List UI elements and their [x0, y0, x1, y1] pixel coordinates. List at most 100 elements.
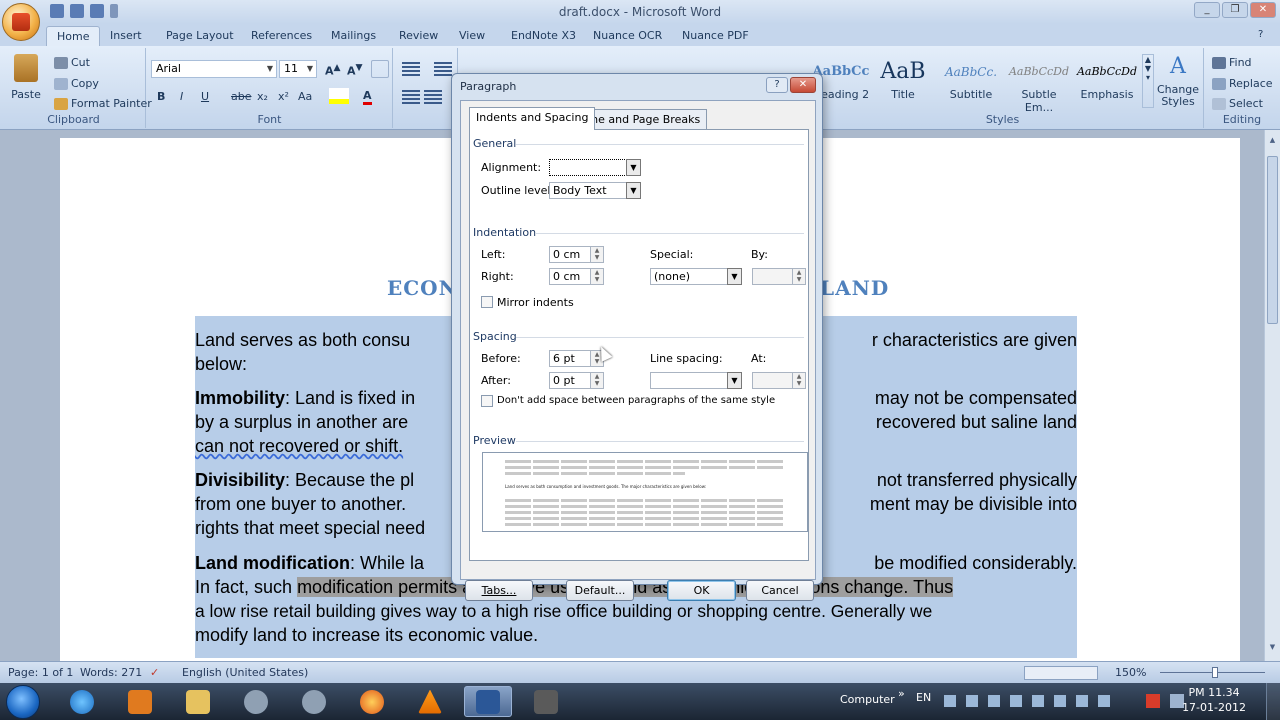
tab-nuance-ocr[interactable]: Nuance OCR	[593, 29, 662, 42]
toolbar-chevron-icon[interactable]: »	[898, 687, 905, 700]
proofing-icon[interactable]: ✓	[150, 666, 159, 679]
strikethrough-button[interactable]: abe	[231, 90, 252, 103]
spinner-icon[interactable]: ▲ ▼	[792, 268, 806, 285]
subscript-button[interactable]: x₂	[257, 90, 268, 103]
vertical-scrollbar[interactable]: ▲ ▼	[1264, 130, 1280, 661]
dont-add-space-checkbox[interactable]	[481, 395, 493, 407]
spacing-before-input[interactable]: 6 pt ▲ ▼	[549, 350, 604, 367]
change-styles-button[interactable]: A Change Styles	[1156, 54, 1200, 108]
show-desktop-button[interactable]	[1266, 683, 1280, 720]
tab-nuance-pdf[interactable]: Nuance PDF	[682, 29, 749, 42]
spinner-icon[interactable]: ▲ ▼	[590, 246, 604, 263]
italic-button[interactable]: I	[180, 90, 183, 103]
font-size-combo[interactable]: 11 ▼	[279, 60, 317, 78]
replace-button[interactable]: Replace	[1212, 77, 1273, 90]
language-bar[interactable]: EN	[916, 691, 931, 704]
scrollbar-thumb[interactable]	[1267, 156, 1278, 324]
taskbar-app-2[interactable]	[290, 686, 338, 717]
word-count[interactable]: Words: 271	[80, 666, 142, 679]
special-select[interactable]: (none) ▼	[650, 268, 742, 285]
help-icon[interactable]: ?	[1258, 29, 1263, 40]
outline-level-select[interactable]: Body Text ▼	[549, 182, 641, 199]
minimize-button[interactable]: _	[1194, 2, 1220, 18]
indent-right-label: Right:	[481, 270, 514, 283]
taskbar-vlc[interactable]	[406, 686, 454, 717]
spacing-after-input[interactable]: 0 pt ▲ ▼	[549, 372, 604, 389]
by-input[interactable]: ▲ ▼	[752, 268, 806, 285]
tab-home[interactable]: Home	[46, 26, 101, 48]
scroll-up-icon[interactable]: ▲	[1267, 136, 1278, 148]
numbering-icon[interactable]	[434, 62, 452, 76]
font-color-button[interactable]: A	[363, 90, 372, 105]
clear-formatting-button[interactable]	[371, 60, 389, 78]
bold-button[interactable]: B	[157, 90, 165, 103]
mirror-indents-checkbox[interactable]	[481, 296, 493, 308]
dialog-close-button[interactable]: ✕	[790, 77, 816, 93]
change-case-button[interactable]: Aa	[298, 90, 312, 103]
ok-button[interactable]: OK	[667, 580, 736, 601]
office-button[interactable]	[2, 3, 40, 41]
select-button[interactable]: Select	[1212, 97, 1263, 110]
taskbar-word[interactable]	[464, 686, 512, 717]
highlight-icon[interactable]	[329, 88, 349, 104]
find-button[interactable]: Find	[1212, 56, 1252, 69]
cut-button[interactable]: Cut	[54, 56, 90, 69]
tab-mailings[interactable]: Mailings	[331, 29, 376, 42]
dialog-help-button[interactable]: ?	[766, 77, 788, 93]
paragraph-group	[394, 48, 458, 128]
tab-endnote[interactable]: EndNote X3	[511, 29, 576, 42]
style-subtitle[interactable]: AaBbCc. Subtitle	[938, 56, 1004, 112]
default-button[interactable]: Default...	[566, 580, 634, 601]
font-name-combo[interactable]: Arial ▼	[151, 60, 277, 78]
system-tray-icons[interactable]	[944, 695, 1114, 707]
language-indicator[interactable]: English (United States)	[182, 666, 308, 679]
indent-right-input[interactable]: 0 cm ▲ ▼	[549, 268, 604, 285]
at-input[interactable]: ▲ ▼	[752, 372, 806, 389]
taskbar-firefox[interactable]	[348, 686, 396, 717]
superscript-button[interactable]: x²	[278, 90, 289, 103]
style-emphasis[interactable]: AaBbCcDd Emphasis	[1074, 56, 1140, 112]
format-painter-button[interactable]: Format Painter	[54, 97, 152, 110]
alignment-select[interactable]: ▼	[549, 159, 641, 176]
spinner-icon[interactable]: ▲ ▼	[792, 372, 806, 389]
zoom-slider-thumb[interactable]	[1212, 667, 1218, 678]
align-left-icon[interactable]	[402, 90, 420, 104]
cancel-button[interactable]: Cancel	[746, 580, 814, 601]
tab-review[interactable]: Review	[399, 29, 438, 42]
line-spacing-select[interactable]: ▼	[650, 372, 742, 389]
copy-button[interactable]: Copy	[54, 77, 99, 90]
spinner-icon[interactable]: ▲ ▼	[590, 268, 604, 285]
paste-button[interactable]: Paste	[6, 54, 46, 101]
maximize-button[interactable]: ❐	[1222, 2, 1248, 18]
close-button[interactable]: ✕	[1250, 2, 1276, 18]
tab-indents-and-spacing[interactable]: Indents and Spacing	[469, 107, 596, 130]
taskbar-explorer[interactable]	[174, 686, 222, 717]
tab-references[interactable]: References	[251, 29, 312, 42]
scroll-down-icon[interactable]: ▼	[1267, 643, 1278, 655]
style-subtle-emphasis[interactable]: AaBbCcDd Subtle Em...	[1006, 56, 1072, 114]
spinner-icon[interactable]: ▲ ▼	[590, 372, 604, 389]
taskbar-app-3[interactable]	[522, 686, 570, 717]
taskbar-ie[interactable]	[58, 686, 106, 717]
tray-alert-icon[interactable]	[1146, 694, 1160, 708]
view-buttons[interactable]	[1024, 666, 1098, 680]
styles-scroll[interactable]: ▲ ▼ ▾	[1142, 54, 1154, 108]
grow-font-button[interactable]: A▲	[325, 62, 341, 78]
computer-toolbar[interactable]: Computer	[840, 693, 895, 706]
taskbar-app-1[interactable]	[232, 686, 280, 717]
zoom-level[interactable]: 150%	[1115, 666, 1146, 679]
indent-left-input[interactable]: 0 cm ▲ ▼	[549, 246, 604, 263]
start-button[interactable]	[6, 685, 40, 719]
underline-button[interactable]: U	[201, 90, 209, 103]
clock[interactable]: PM 11.34 17-01-2012	[1182, 685, 1246, 715]
shrink-font-button[interactable]: A▼	[347, 62, 363, 78]
taskbar-media[interactable]	[116, 686, 164, 717]
tab-page-layout[interactable]: Page Layout	[166, 29, 234, 42]
align-center-icon[interactable]	[424, 90, 442, 104]
tab-insert[interactable]: Insert	[110, 29, 142, 42]
page-count[interactable]: Page: 1 of 1	[8, 666, 73, 679]
tabs-button[interactable]: Tabs...	[465, 580, 533, 601]
style-title[interactable]: AaB Title	[870, 56, 936, 112]
bullets-icon[interactable]	[402, 62, 420, 76]
tab-view[interactable]: View	[459, 29, 485, 42]
